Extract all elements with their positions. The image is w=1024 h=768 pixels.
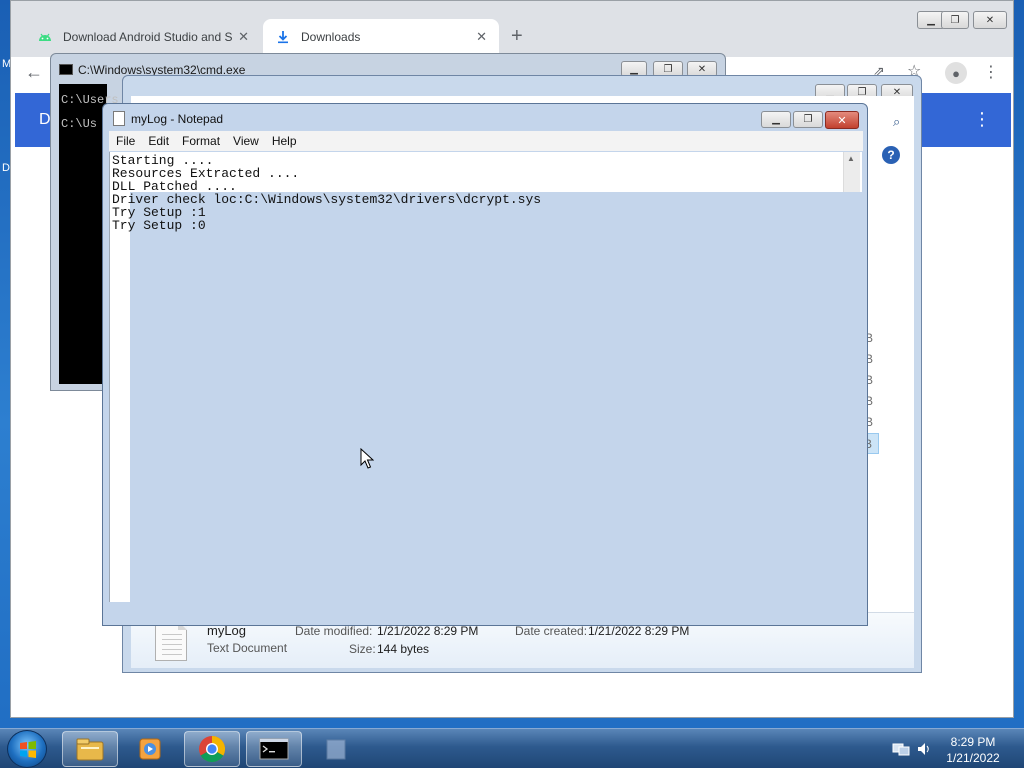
downloads-menu-icon[interactable]: ⋮ bbox=[973, 109, 991, 130]
detail-file-type: Text Document bbox=[207, 641, 288, 655]
windows-logo-icon bbox=[20, 741, 36, 758]
search-icon[interactable]: ⌕ bbox=[893, 114, 900, 130]
taskbar-cmd-button[interactable] bbox=[246, 731, 302, 767]
notepad-menubar: File Edit Format View Help bbox=[109, 131, 863, 151]
new-tab-button[interactable]: + bbox=[511, 25, 523, 48]
maximize-button[interactable]: ❐ bbox=[793, 111, 823, 128]
start-button[interactable] bbox=[7, 730, 47, 768]
desktop-icon-label: D bbox=[2, 162, 10, 174]
close-button[interactable]: ✕ bbox=[973, 11, 1007, 29]
close-icon[interactable]: ✕ bbox=[238, 29, 249, 45]
menu-help[interactable]: Help bbox=[272, 134, 297, 148]
size-value: 144 bytes bbox=[377, 642, 430, 656]
clock-date[interactable]: 1/21/2022 bbox=[942, 751, 1004, 765]
cmd-icon bbox=[59, 64, 73, 75]
back-arrow-icon[interactable]: ← bbox=[25, 62, 43, 83]
notepad-title: myLog - Notepad bbox=[131, 112, 224, 126]
menu-format[interactable]: Format bbox=[182, 134, 220, 148]
chrome-tab-strip: Download Android Studio and SD ✕ Downloa… bbox=[11, 1, 1013, 57]
tab-downloads[interactable]: Downloads ✕ bbox=[263, 19, 499, 55]
scroll-up-icon[interactable]: ▲ bbox=[847, 154, 855, 163]
mouse-pointer-icon bbox=[360, 448, 374, 469]
minimize-button[interactable]: ▁ bbox=[761, 111, 791, 128]
notepad-window: myLog - Notepad ▁ ❐ ✕ File Edit Format V… bbox=[102, 103, 868, 626]
help-icon[interactable]: ? bbox=[882, 146, 900, 164]
chrome-icon bbox=[199, 735, 226, 763]
tab-title: Downloads bbox=[301, 30, 361, 44]
download-icon bbox=[275, 29, 291, 45]
downloads-header-title: D bbox=[39, 111, 51, 128]
menu-edit[interactable]: Edit bbox=[148, 134, 169, 148]
taskbar: 8:29 PM 1/21/2022 bbox=[0, 728, 1024, 768]
clock-time[interactable]: 8:29 PM bbox=[946, 735, 1000, 749]
console-line: C:\Us bbox=[61, 117, 98, 131]
taskbar-notepad-button[interactable] bbox=[308, 731, 364, 767]
more-menu-icon[interactable]: ⋮ bbox=[983, 62, 999, 82]
close-button[interactable]: ✕ bbox=[825, 111, 859, 129]
notepad-icon bbox=[326, 739, 346, 760]
cmd-console[interactable]: C:\Users C:\Us bbox=[59, 84, 119, 384]
date-modified-value: 1/21/2022 8:29 PM bbox=[377, 624, 479, 638]
volume-icon[interactable] bbox=[916, 741, 932, 757]
vertical-scrollbar[interactable]: ▲ bbox=[843, 152, 860, 192]
profile-avatar[interactable]: ● bbox=[945, 62, 967, 84]
date-modified-label: Date modified: bbox=[295, 624, 373, 638]
notepad-icon bbox=[113, 111, 125, 126]
date-created-label: Date created: bbox=[515, 624, 588, 638]
cmd-icon bbox=[259, 738, 289, 760]
notepad-text-area-margin[interactable] bbox=[109, 192, 130, 602]
notepad-content: Starting .... Resources Extracted .... D… bbox=[112, 153, 542, 233]
date-created-value: 1/21/2022 8:29 PM bbox=[588, 624, 690, 638]
tab-title: Download Android Studio and SD bbox=[63, 30, 233, 44]
media-player-icon bbox=[139, 738, 161, 760]
close-icon[interactable]: ✕ bbox=[476, 29, 487, 45]
network-icon[interactable] bbox=[892, 741, 910, 757]
taskbar-chrome-button[interactable] bbox=[184, 731, 240, 767]
taskbar-explorer-button[interactable] bbox=[62, 731, 118, 767]
taskbar-media-player-button[interactable] bbox=[122, 731, 178, 767]
menu-view[interactable]: View bbox=[233, 134, 259, 148]
maximize-button[interactable]: ❐ bbox=[941, 11, 969, 29]
text-file-icon bbox=[155, 621, 187, 661]
tab-android-studio[interactable]: Download Android Studio and SD ✕ bbox=[25, 19, 261, 55]
size-label: Size: bbox=[349, 642, 376, 656]
android-icon bbox=[37, 29, 53, 45]
menu-file[interactable]: File bbox=[116, 134, 135, 148]
explorer-icon bbox=[76, 738, 104, 761]
